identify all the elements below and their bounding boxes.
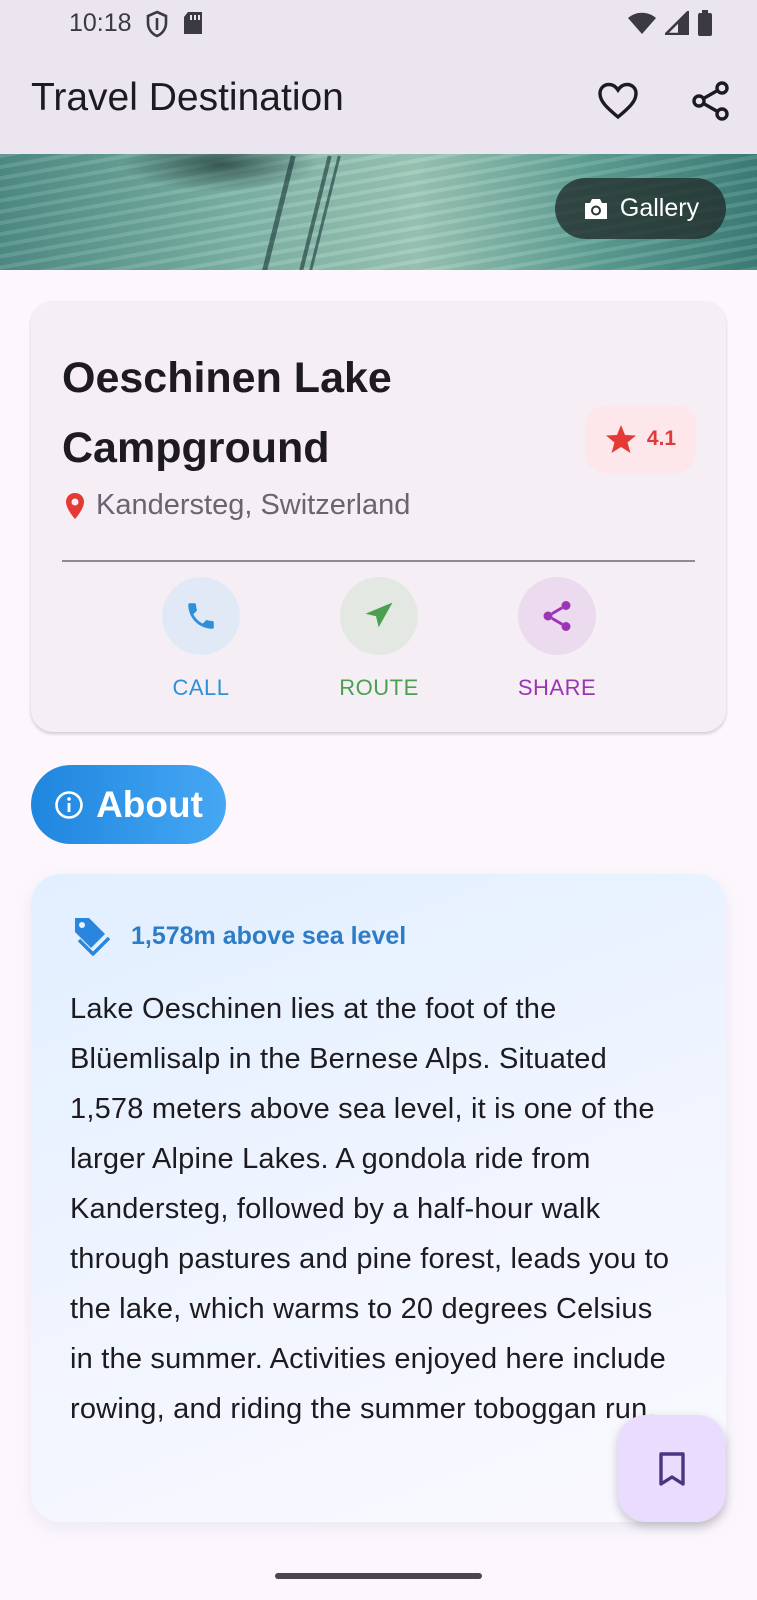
location-pin-icon (66, 492, 84, 519)
bookmark-button[interactable] (618, 1415, 725, 1522)
about-label: About (96, 783, 203, 825)
status-left-icons (146, 10, 204, 43)
place-name: Oeschinen Lake Campground (62, 354, 392, 472)
status-time: 10:18 (69, 9, 132, 37)
favorite-button[interactable] (593, 76, 643, 126)
gallery-label: Gallery (619, 194, 700, 222)
share-label: SHARE (517, 675, 597, 700)
home-indicator[interactable] (275, 1573, 482, 1579)
elevation-text: 1,578m above sea level (131, 921, 407, 950)
navigation-icon (365, 602, 393, 628)
info-icon (55, 790, 83, 819)
heart-icon (598, 82, 638, 120)
location-text: Kandersteg, Switzerland (96, 489, 411, 521)
place-card: Oeschinen Lake Campground 4.1 Kandersteg… (31, 301, 726, 732)
about-section-header: About (31, 765, 226, 844)
elevation-row: 1,578m above sea level (71, 914, 406, 958)
divider (62, 560, 695, 562)
location-row: Kandersteg, Switzerland (64, 489, 410, 522)
call-label: CALL (172, 675, 230, 700)
wifi-icon (627, 11, 657, 40)
star-icon (605, 425, 636, 453)
sd-card-icon (182, 10, 204, 43)
route-label: ROUTE (339, 675, 419, 700)
share-action[interactable]: SHARE (497, 577, 617, 701)
share-place-button[interactable] (518, 577, 596, 655)
tag-icon (75, 918, 111, 956)
call-action[interactable]: CALL (141, 577, 261, 701)
share-button[interactable] (686, 76, 736, 126)
shield-icon (146, 10, 168, 43)
call-button[interactable] (162, 577, 240, 655)
share-icon (692, 81, 729, 121)
about-card: 1,578m above sea level Lake Oeschinen li… (31, 874, 726, 1522)
rating-value: 4.1 (646, 427, 677, 450)
page-title: Travel Destination (31, 76, 344, 119)
route-button[interactable] (340, 577, 418, 655)
bookmark-icon (658, 1451, 685, 1486)
gallery-button[interactable]: Gallery (555, 178, 726, 239)
status-bar: 10:18 (0, 0, 757, 48)
camera-icon (584, 198, 607, 219)
phone-icon (188, 603, 214, 629)
battery-icon (697, 10, 713, 41)
signal-icon (662, 8, 690, 40)
route-action[interactable]: ROUTE (319, 577, 439, 701)
share-icon (543, 601, 571, 631)
rating-badge: 4.1 (585, 405, 696, 473)
app-bar: Travel Destination (0, 48, 757, 154)
description-text: Lake Oeschinen lies at the foot of the B… (70, 993, 670, 1425)
status-right-icons (627, 8, 713, 41)
